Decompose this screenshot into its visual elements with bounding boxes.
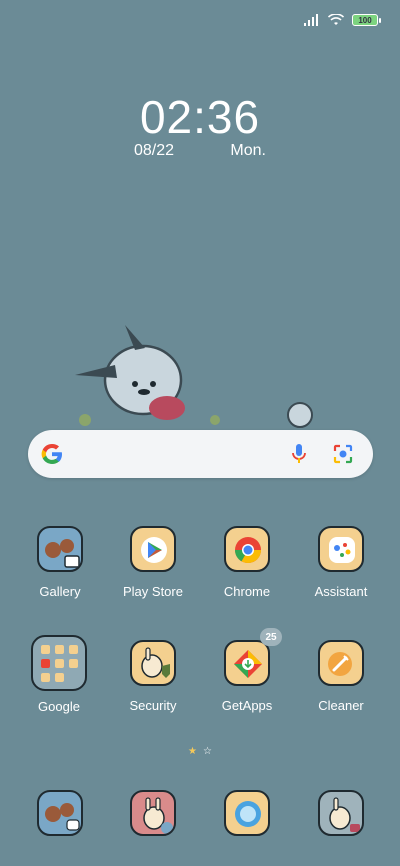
- page-dot-star-icon: ☆: [203, 746, 212, 757]
- google-logo-icon: [41, 444, 62, 464]
- signal-icon: [304, 14, 318, 26]
- notification-badge: 25: [260, 628, 282, 646]
- folder-icon: [31, 635, 87, 691]
- app-assistant[interactable]: Assistant: [296, 526, 386, 599]
- app-label: Assistant: [314, 584, 368, 599]
- battery-icon: 100: [352, 14, 381, 26]
- assistant-icon: [318, 526, 364, 572]
- wifi-icon: [328, 14, 344, 25]
- messages-icon: [37, 790, 83, 836]
- chrome-icon: [224, 526, 270, 572]
- app-label: GetApps: [221, 698, 273, 713]
- security-icon: [130, 640, 176, 686]
- page-dot-active-star-icon: ★: [188, 746, 197, 757]
- gallery-icon: [37, 526, 83, 572]
- app-security[interactable]: Security: [108, 640, 198, 713]
- clock-day: Mon.: [230, 142, 266, 159]
- app-label: Cleaner: [318, 698, 364, 713]
- clock-widget[interactable]: 02:36 08/22 Mon.: [0, 90, 400, 159]
- folder-google[interactable]: Google: [14, 635, 104, 714]
- clock-time: 02:36: [139, 91, 261, 143]
- app-chrome[interactable]: Chrome: [202, 526, 292, 599]
- cleaner-icon: [318, 640, 364, 686]
- app-getapps[interactable]: GetApps: [202, 640, 292, 713]
- google-search-bar[interactable]: [28, 430, 373, 478]
- app-cleaner[interactable]: Cleaner: [296, 640, 386, 713]
- clock-date: 08/22: [134, 142, 175, 159]
- browser-icon: [224, 790, 270, 836]
- app-label: Chrome: [223, 584, 271, 599]
- dock-app-messages[interactable]: [15, 790, 105, 836]
- getapps-icon: [224, 640, 270, 686]
- camera-icon: [318, 790, 364, 836]
- mic-icon[interactable]: [291, 443, 307, 465]
- dock-app-browser[interactable]: [202, 790, 292, 836]
- dock-app-phone[interactable]: [108, 790, 198, 836]
- app-label: Security: [129, 698, 177, 713]
- app-label: Google: [38, 699, 80, 714]
- page-indicator[interactable]: ★ ☆: [0, 746, 400, 757]
- app-gallery[interactable]: Gallery: [15, 526, 105, 599]
- app-play-store[interactable]: Play Store: [108, 526, 198, 599]
- status-bar: 100: [304, 14, 381, 26]
- dock-app-camera[interactable]: [296, 790, 386, 836]
- phone-icon: [130, 790, 176, 836]
- app-label: Play Store: [123, 584, 183, 599]
- app-label: Gallery: [39, 584, 81, 599]
- wallpaper-character: [75, 325, 313, 428]
- google-lens-icon[interactable]: [331, 442, 355, 466]
- play-store-icon: [130, 526, 176, 572]
